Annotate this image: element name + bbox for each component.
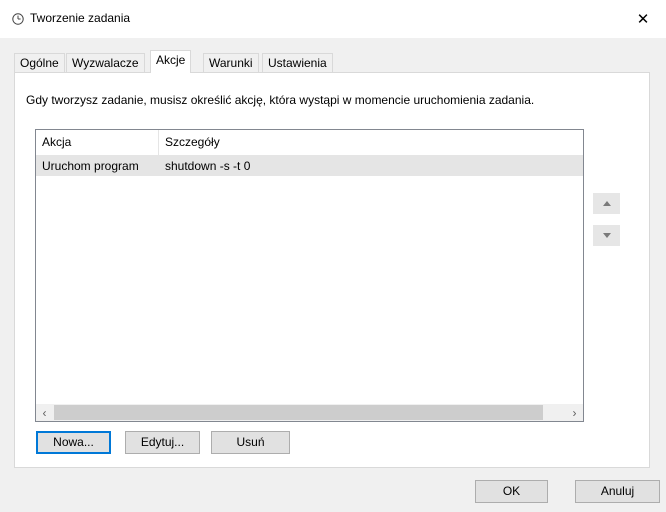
- tab-settings[interactable]: Ustawienia: [262, 53, 333, 72]
- tab-conditions[interactable]: Warunki: [203, 53, 259, 72]
- cell-details: shutdown -s -t 0: [165, 159, 251, 173]
- scroll-left-button[interactable]: ‹: [36, 404, 53, 421]
- scrollbar-thumb[interactable]: [54, 405, 543, 420]
- delete-action-button[interactable]: Usuń: [211, 431, 290, 454]
- window-title: Tworzenie zadania: [30, 11, 131, 25]
- triangle-up-icon: [602, 201, 611, 206]
- column-header-action[interactable]: Akcja: [36, 130, 159, 155]
- description-text: Gdy tworzysz zadanie, musisz określić ak…: [26, 93, 535, 107]
- edit-action-button[interactable]: Edytuj...: [125, 431, 200, 454]
- title-bar: Tworzenie zadania ✕: [0, 0, 666, 38]
- list-item[interactable]: Uruchom program shutdown -s -t 0: [36, 156, 583, 176]
- new-action-button[interactable]: Nowa...: [36, 431, 111, 454]
- move-down-button[interactable]: [593, 225, 620, 246]
- task-dialog: Tworzenie zadania ✕ Ogólne Wyzwalacze Ak…: [0, 0, 666, 512]
- actions-list[interactable]: Akcja Szczegóły Uruchom program shutdown…: [35, 129, 584, 422]
- tab-actions[interactable]: Akcje: [150, 50, 192, 73]
- horizontal-scrollbar[interactable]: ‹ ›: [36, 404, 583, 421]
- actions-panel: Gdy tworzysz zadanie, musisz określić ak…: [14, 72, 650, 468]
- cell-action: Uruchom program: [42, 159, 139, 173]
- tab-triggers[interactable]: Wyzwalacze: [66, 53, 145, 72]
- close-icon: ✕: [636, 11, 650, 28]
- chevron-right-icon: ›: [572, 405, 577, 420]
- triangle-down-icon: [602, 233, 611, 238]
- close-button[interactable]: ✕: [620, 0, 666, 38]
- chevron-left-icon: ‹: [42, 405, 47, 420]
- ok-button[interactable]: OK: [475, 480, 548, 503]
- list-header: Akcja Szczegóły: [36, 130, 583, 156]
- scroll-right-button[interactable]: ›: [566, 404, 583, 421]
- clock-icon: [12, 13, 24, 25]
- column-header-details[interactable]: Szczegóły: [159, 130, 359, 155]
- tab-general[interactable]: Ogólne: [14, 53, 65, 72]
- move-up-button[interactable]: [593, 193, 620, 214]
- cancel-button[interactable]: Anuluj: [575, 480, 660, 503]
